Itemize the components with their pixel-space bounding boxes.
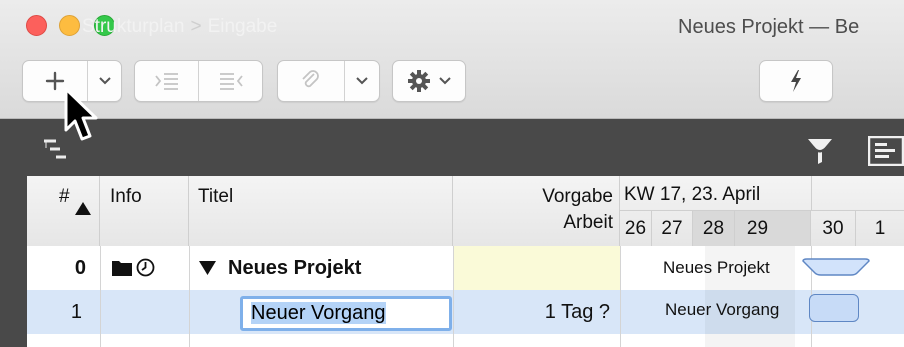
row-title[interactable]: Neues Projekt <box>189 246 453 290</box>
gantt-week-header: KW 17, 23. April <box>620 176 904 211</box>
quick-action-group <box>759 60 833 102</box>
gantt-day-26: 26 <box>620 211 652 246</box>
row-number: 0 <box>74 257 86 279</box>
gantt-label-task: Neuer Vorgang <box>665 300 780 319</box>
gear-icon <box>408 70 430 92</box>
gantt-view-icon[interactable] <box>868 136 904 166</box>
column-header-work[interactable]: Vorgabe Arbeit <box>453 176 620 246</box>
window-title: Neues Projekt — Be <box>678 16 860 38</box>
breadcrumb-eingabe[interactable]: Eingabe <box>208 16 278 37</box>
gantt-task-bar[interactable] <box>809 294 859 322</box>
column-header-info[interactable]: Info <box>100 176 189 246</box>
column-divider <box>100 246 101 347</box>
gantt-summary-bar[interactable] <box>801 257 871 279</box>
indent-button[interactable] <box>135 61 198 101</box>
row-info <box>100 246 189 290</box>
disclosure-triangle-icon[interactable] <box>199 261 216 275</box>
gantt-day-28: 28 <box>693 211 735 246</box>
indent-icon <box>154 73 178 90</box>
link-group <box>277 60 380 102</box>
row-number: 1 <box>70 301 82 323</box>
lightning-icon <box>791 70 801 92</box>
action-menu <box>392 60 466 102</box>
chevron-down-icon <box>356 77 368 85</box>
column-header-title[interactable]: Titel <box>189 176 453 246</box>
indent-group <box>134 60 263 102</box>
link-icon <box>302 70 319 88</box>
column-divider <box>453 246 454 347</box>
breadcrumb-strukturplan[interactable]: Strukturplan <box>82 16 184 37</box>
path-bar <box>0 119 904 176</box>
gantt-day-29: 29 <box>735 211 811 246</box>
chevron-down-icon <box>439 77 451 85</box>
gantt-day-1: 1 <box>874 218 886 239</box>
window-left-edge <box>0 176 27 347</box>
mouse-pointer-icon <box>64 87 98 141</box>
row-info <box>100 290 189 334</box>
week-divider <box>811 176 812 211</box>
filter-icon[interactable] <box>806 136 834 166</box>
close-window-button[interactable] <box>26 15 47 36</box>
row-work[interactable] <box>453 246 620 290</box>
folder-icon <box>112 261 132 276</box>
sort-ascending-icon <box>75 202 91 215</box>
gantt-day-27: 27 <box>652 211 693 246</box>
column-divider <box>189 246 190 347</box>
gantt-label-project: Neues Projekt <box>663 258 770 277</box>
quick-action-button[interactable] <box>760 61 832 101</box>
title-edit-field[interactable]: Neuer Vorgang <box>240 296 452 331</box>
minimize-window-button[interactable] <box>59 15 80 36</box>
column-divider <box>620 246 621 347</box>
task-table: # Info Titel Vorgabe Arbeit KW 17, 23. A… <box>27 176 904 347</box>
link-button[interactable] <box>278 61 344 101</box>
column-header-number[interactable]: # <box>27 176 100 246</box>
action-menu-button[interactable] <box>393 61 465 101</box>
selected-text: Neuer Vorgang <box>251 302 386 324</box>
breadcrumb-separator: > <box>190 16 202 37</box>
outdent-icon <box>219 73 243 90</box>
link-menu-button[interactable] <box>344 61 379 101</box>
outdent-button[interactable] <box>198 61 262 101</box>
row-work[interactable]: 1 Tag ? <box>453 290 620 334</box>
chevron-down-icon <box>98 77 111 85</box>
gantt-day-30: 30 <box>811 211 856 246</box>
clock-icon <box>136 258 155 277</box>
breadcrumb: Strukturplan > Eingabe <box>82 16 277 38</box>
